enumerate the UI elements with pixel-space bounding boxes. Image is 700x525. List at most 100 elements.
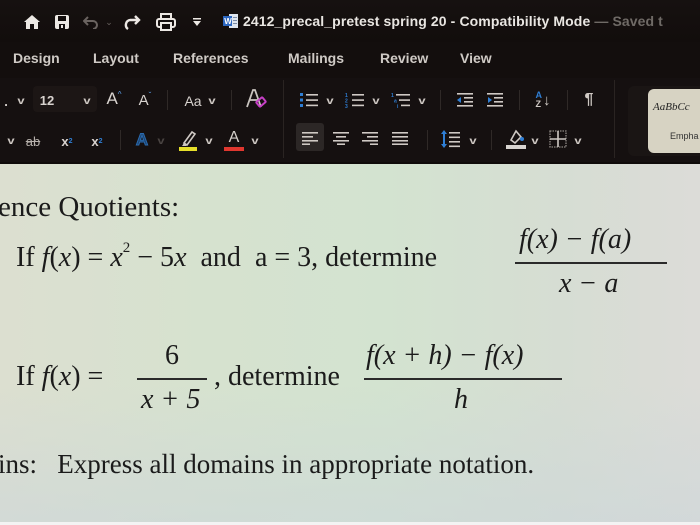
underline-chevron-icon[interactable]: v — [5, 134, 18, 148]
borders-button[interactable] — [548, 129, 568, 149]
svg-text:W: W — [224, 17, 232, 26]
tab-review[interactable]: Review — [380, 50, 428, 66]
strikethrough-button[interactable]: ab — [22, 132, 44, 150]
svg-text:i: i — [397, 104, 399, 108]
group-divider — [283, 80, 284, 158]
line-spacing-button[interactable] — [440, 128, 462, 150]
divider — [519, 90, 520, 110]
line-spacing-icon — [441, 130, 460, 148]
shrink-font-icon: A — [138, 91, 149, 109]
fraction-bar — [515, 262, 667, 264]
superscript-button[interactable]: x2 — [88, 132, 106, 150]
redo-icon[interactable] — [122, 12, 142, 32]
fraction-numerator: 6 — [165, 340, 179, 371]
change-case-button[interactable]: Aa — [180, 92, 206, 110]
group-divider — [614, 80, 615, 158]
font-color-button[interactable]: A — [222, 128, 246, 152]
clear-formatting-button[interactable] — [243, 86, 269, 112]
word-document-icon: W — [223, 14, 239, 28]
bulleted-list-icon — [300, 93, 318, 107]
ribbon-tabs: Design Layout References Mailings Review… — [0, 42, 700, 78]
decrease-indent-button[interactable] — [455, 91, 475, 109]
undo-icon[interactable] — [82, 12, 100, 32]
function-fraction: 6 x + 5 — [135, 340, 210, 420]
justify-icon — [392, 132, 408, 145]
numbering-chevron-icon[interactable]: v — [370, 94, 383, 108]
window-title: 2412_precal_pretest spring 20 - Compatib… — [243, 13, 663, 29]
style-emphasis[interactable]: AaBbCc Empha — [648, 89, 700, 153]
compatibility-mode-label: Compatibility Mode — [459, 13, 591, 29]
shading-button[interactable] — [504, 127, 528, 151]
problem-1-statement: If f(x) = x2 − 5x and a = 3, determine — [16, 239, 438, 273]
shading-chevron-icon[interactable]: v — [529, 134, 542, 148]
align-left-icon — [302, 132, 318, 145]
align-center-button[interactable] — [331, 130, 351, 146]
divider — [567, 90, 568, 110]
font-size-chevron-icon[interactable]: v — [81, 94, 94, 108]
font-name-chevron-icon[interactable]: v — [15, 94, 28, 108]
title-separator: - — [446, 13, 460, 29]
text-effects-chevron-icon[interactable]: v — [155, 134, 168, 148]
style-sample: AaBbCc — [653, 101, 690, 113]
increase-indent-button[interactable] — [485, 91, 505, 109]
difference-quotient-1: f(x) − f(a) x − a — [513, 224, 667, 304]
font-size-value[interactable]: 12 — [38, 92, 56, 108]
font-name-dropdown-edge[interactable]: . — [2, 94, 10, 109]
denominator: h — [454, 384, 468, 415]
tab-design[interactable]: Design — [13, 50, 60, 66]
tab-view[interactable]: View — [460, 50, 492, 66]
font-color-chevron-icon[interactable]: v — [249, 134, 262, 148]
align-center-icon — [333, 132, 349, 145]
numerator: f(x + h) − f(x) — [366, 340, 524, 371]
domains-instruction: ins: Express all domains in appropriate … — [0, 449, 534, 480]
sort-arrow-icon: ↓ — [543, 91, 551, 109]
show-formatting-marks-button[interactable]: ¶ — [580, 89, 598, 111]
denominator: x − a — [559, 268, 619, 299]
numbering-button[interactable]: 123 — [344, 91, 366, 109]
print-icon[interactable] — [155, 12, 177, 32]
home-icon[interactable] — [22, 12, 42, 32]
decrease-indent-icon — [457, 93, 473, 107]
bullets-chevron-icon[interactable]: v — [324, 94, 337, 108]
bullets-button[interactable] — [298, 91, 320, 109]
svg-text:3: 3 — [345, 104, 348, 108]
multilevel-list-chevron-icon[interactable]: v — [416, 94, 429, 108]
highlight-chevron-icon[interactable]: v — [203, 134, 216, 148]
difference-quotient-2: f(x + h) − f(x) h — [364, 340, 564, 420]
align-left-button[interactable] — [300, 130, 320, 146]
exponent: 2 — [122, 239, 131, 256]
justify-button[interactable] — [390, 130, 410, 146]
problem-2-lead: If f(x) = — [16, 361, 104, 392]
sort-button[interactable]: A Z ↓ — [530, 89, 556, 111]
domains-label: ins: — [0, 449, 38, 479]
shrink-font-button[interactable]: Aˇ — [135, 90, 155, 110]
divider — [231, 90, 232, 110]
caret-down-icon: ˇ — [148, 90, 152, 100]
divider — [167, 90, 168, 110]
divider — [120, 130, 121, 150]
fraction-bar — [137, 378, 207, 380]
tab-mailings[interactable]: Mailings — [288, 50, 344, 66]
text-effects-button[interactable]: A — [132, 129, 152, 151]
save-icon[interactable] — [52, 12, 72, 32]
multilevel-list-button[interactable]: 1ai — [390, 91, 412, 109]
divider — [440, 90, 441, 110]
tab-layout[interactable]: Layout — [93, 50, 139, 66]
borders-chevron-icon[interactable]: v — [572, 134, 585, 148]
tab-references[interactable]: References — [173, 50, 249, 66]
increase-indent-icon — [487, 93, 503, 107]
paint-bucket-icon — [506, 129, 526, 149]
align-right-button[interactable] — [360, 130, 380, 146]
line-spacing-chevron-icon[interactable]: v — [467, 134, 480, 148]
borders-icon — [549, 130, 567, 148]
highlight-button[interactable] — [176, 128, 200, 152]
customize-toolbar-icon[interactable] — [190, 12, 204, 32]
change-case-chevron-icon[interactable]: v — [206, 94, 219, 108]
grow-font-button[interactable]: A ^ — [103, 88, 125, 110]
numerator: f(x) − f(a) — [519, 224, 632, 255]
highlighter-icon — [179, 130, 197, 151]
fraction-bar — [364, 378, 562, 380]
subscript-button[interactable]: x2 — [58, 132, 76, 150]
fx-arg: (x) — [49, 242, 81, 273]
undo-dropdown-icon[interactable]: ⌄ — [104, 12, 114, 32]
